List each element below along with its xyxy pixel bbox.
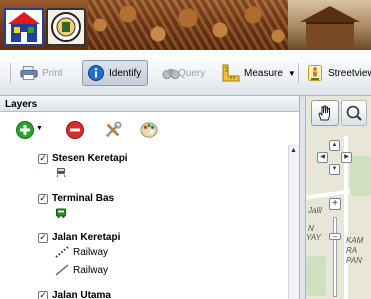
zoom-slider-handle[interactable]: –	[329, 233, 341, 241]
house-body-shape	[306, 22, 354, 48]
pan-up-button[interactable]: ▲	[329, 140, 340, 151]
legend-label: Railway	[73, 246, 109, 258]
bus-icon	[56, 208, 66, 218]
legend-bus	[56, 208, 66, 218]
toolbar-separator	[298, 63, 299, 83]
print-label: Print	[42, 67, 63, 79]
scroll-up-arrow-icon[interactable]: ▲	[290, 147, 297, 154]
info-icon	[87, 64, 105, 82]
layer-list-scrollbar[interactable]: ▲	[288, 145, 299, 299]
pan-tool-button[interactable]	[311, 100, 339, 126]
layer-style-button[interactable]	[140, 121, 158, 139]
layer-item-stesen-keretapi[interactable]: ✓ Stesen Keretapi	[38, 153, 128, 164]
identify-button[interactable]: Identify	[82, 60, 148, 86]
layers-panel-title: Layers	[0, 96, 299, 112]
query-label: Query	[178, 67, 206, 79]
layer-checkbox[interactable]: ✓	[38, 290, 48, 299]
palette-icon	[140, 122, 158, 138]
streetview-button[interactable]: Streetview	[302, 60, 371, 86]
legend-label: Railway	[73, 264, 109, 276]
add-layer-button[interactable]	[16, 121, 34, 139]
map-place-label: RA	[346, 246, 358, 255]
identify-label: Identify	[109, 67, 142, 79]
plus-circle-icon	[16, 121, 34, 139]
layer-label: Jalan Utama	[52, 290, 111, 299]
railway-dotted-line-icon	[55, 246, 69, 258]
map-place-label: KAM	[346, 236, 364, 245]
layer-checkbox[interactable]: ✓	[38, 153, 48, 164]
map-place-label: PAN	[346, 256, 362, 265]
banner-carving-decoration	[88, 0, 288, 50]
layer-list: ✓ Stesen Keretapi ✓ Terminal Bas ✓ Jalan…	[0, 145, 288, 299]
printer-icon	[20, 64, 38, 82]
zoom-in-button[interactable]: +	[329, 198, 341, 210]
layer-label: Stesen Keretapi	[52, 153, 128, 164]
add-layer-dropdown-arrow[interactable]: ▼	[36, 125, 43, 132]
layer-checkbox[interactable]: ✓	[38, 232, 48, 243]
layer-item-jalan-keretapi[interactable]: ✓ Jalan Keretapi	[38, 232, 120, 243]
streetview-label: Streetview	[328, 67, 371, 79]
jupem-logo	[46, 8, 86, 46]
measure-button[interactable]: Measure ▼	[218, 60, 300, 86]
chevron-down-icon: ▼	[287, 68, 296, 78]
map-place-label: Jalil	[308, 206, 322, 215]
pan-left-button[interactable]: ◀	[317, 152, 328, 163]
agency-logo	[4, 8, 44, 46]
toolbar-separator	[10, 63, 11, 83]
remove-layer-button[interactable]	[66, 121, 84, 139]
pan-right-button[interactable]: ▶	[341, 152, 352, 163]
layer-checkbox[interactable]: ✓	[38, 193, 48, 204]
zoom-slider-track[interactable]	[333, 217, 337, 297]
pegman-icon	[306, 64, 324, 82]
main-toolbar: Print Identify Query Measure ▼ Streetvie…	[0, 50, 371, 96]
magnifier-icon	[346, 105, 362, 121]
legend-railway-dotted: Railway	[55, 246, 108, 258]
map-place-label: YAY	[306, 233, 321, 242]
legend-railway-solid: Railway	[55, 264, 108, 276]
train-icon	[56, 168, 66, 177]
emblem-logo-icon	[51, 12, 81, 42]
query-button[interactable]: Query	[158, 60, 209, 86]
zoom-tool-button[interactable]	[341, 100, 367, 126]
layer-item-jalan-utama[interactable]: ✓ Jalan Utama	[38, 290, 111, 299]
layer-label: Jalan Keretapi	[52, 232, 121, 243]
minus-circle-icon	[66, 121, 84, 139]
layer-tools-bar: ▼	[0, 113, 299, 145]
print-button[interactable]: Print	[16, 60, 67, 86]
map-park-area	[306, 256, 326, 296]
layer-tools-button[interactable]	[104, 121, 122, 139]
header-banner	[0, 0, 371, 50]
pan-down-button[interactable]: ▼	[329, 164, 340, 175]
house-roof-shape	[300, 6, 360, 22]
map-park-area	[350, 156, 371, 196]
layer-item-terminal-bas[interactable]: ✓ Terminal Bas	[38, 193, 114, 204]
wrench-screwdriver-icon	[105, 121, 122, 138]
panel-splitter[interactable]	[299, 96, 306, 299]
railway-solid-line-icon	[55, 264, 69, 276]
layer-label: Terminal Bas	[52, 193, 115, 204]
hand-icon	[318, 105, 330, 121]
legend-train	[56, 167, 66, 177]
ruler-icon	[222, 64, 240, 82]
map-place-label: N	[308, 224, 314, 233]
measure-label: Measure	[244, 67, 283, 79]
house-logo-icon	[8, 12, 40, 42]
map-view[interactable]: ▲ ◀ ▶ ▼ + – Jalil N YAY KAM RA PAN	[306, 96, 371, 299]
